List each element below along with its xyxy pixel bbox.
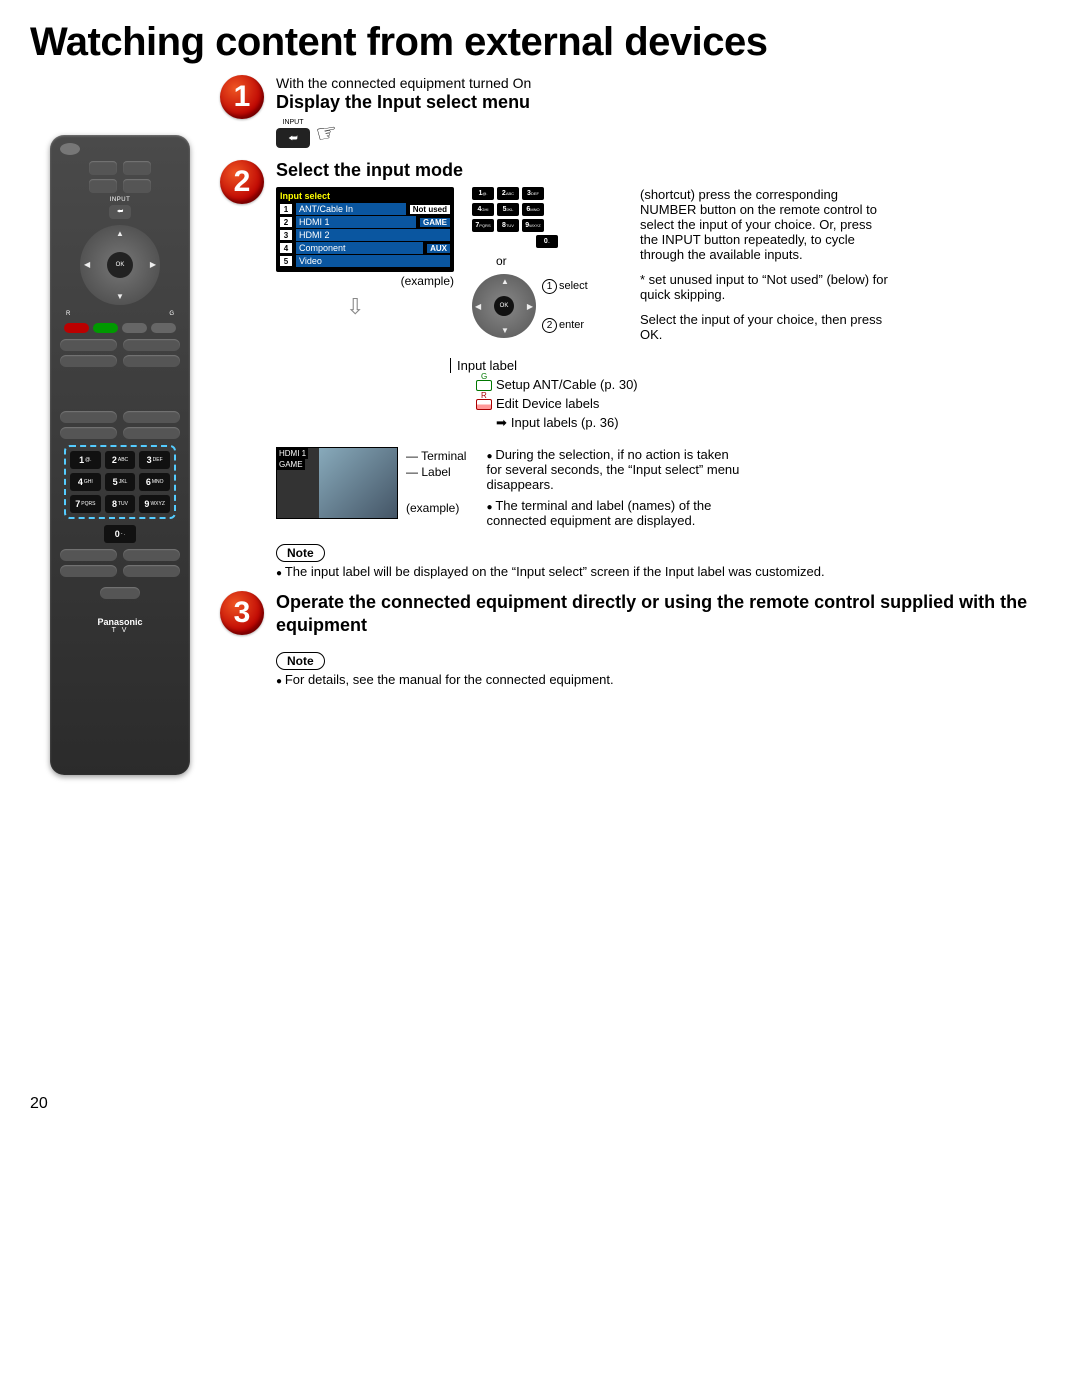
step-2: 2 Select the input mode Input select 1AN… xyxy=(220,160,1050,579)
num-6[interactable]: 6MNO xyxy=(139,473,170,491)
step2-note-text: The input label will be displayed on the… xyxy=(276,564,1050,579)
enter-label: enter xyxy=(559,319,584,331)
color-button[interactable] xyxy=(122,323,147,333)
input-select-osd: Input select 1ANT/Cable InNot used 2HDMI… xyxy=(276,187,454,272)
red-chip-icon xyxy=(476,399,492,410)
input-label-heading: Input label xyxy=(457,358,517,373)
mini-keypad: 1@.2ABC3DEF 4GHI5JKL6MNO 7PQRS8TUV9WXYZ xyxy=(472,187,622,232)
press-hand-icon: ☞ xyxy=(314,117,340,149)
note-pill: Note xyxy=(276,544,325,562)
remote-ok-button[interactable]: OK xyxy=(107,252,133,278)
color-label-r: R xyxy=(66,311,70,317)
step3-title: Operate the connected equipment directly… xyxy=(276,591,1050,636)
remote-dpad[interactable]: ▲▼ ◀▶ OK xyxy=(80,225,160,305)
link-input-labels: Input labels (p. 36) xyxy=(511,415,619,430)
input-button-icon: INPUT ⮨ xyxy=(276,119,310,148)
color-button-red[interactable] xyxy=(64,323,89,333)
tv-preview-thumb: HDMI 1 GAME xyxy=(276,447,398,519)
osd-header: Input select xyxy=(280,191,450,201)
step2-title: Select the input mode xyxy=(276,160,1050,181)
remote-brand: Panasonic xyxy=(60,617,180,627)
example-label: (example) xyxy=(276,274,454,288)
num-7[interactable]: 7PQRS xyxy=(70,495,101,513)
down-arrow-icon: ⇩ xyxy=(346,294,454,320)
page-number: 20 xyxy=(30,1095,1050,1113)
step-number-3: 3 xyxy=(220,591,264,635)
green-chip-icon xyxy=(476,380,492,391)
thumb-label-label: Label xyxy=(421,465,450,479)
step3-note-text: For details, see the manual for the conn… xyxy=(276,672,1050,687)
arrow-right-icon: ➡ xyxy=(496,415,507,431)
page-title: Watching content from external devices xyxy=(30,20,1050,65)
shortcut-text: (shortcut) press the corresponding NUMBE… xyxy=(640,187,890,262)
remote-number-pad[interactable]: 1@. 2ABC 3DEF 4GHI 5JKL 6MNO 7PQRS 8TUV … xyxy=(64,445,176,519)
remote-brand-sub: T V xyxy=(60,627,180,634)
or-label: or xyxy=(496,254,622,268)
star-text: * set unused input to “Not used” (below)… xyxy=(640,272,890,302)
remote-input-button[interactable]: ⮨ xyxy=(109,205,131,219)
dpad-icon: ▲▼ ◀▶ OK xyxy=(472,274,536,338)
color-label-g: G xyxy=(169,311,174,317)
step1-title: Display the Input select menu xyxy=(276,92,1050,113)
num-3[interactable]: 3DEF xyxy=(139,451,170,469)
link-setup: Setup ANT/Cable (p. 30) xyxy=(496,377,638,392)
remote-input-label: INPUT xyxy=(60,197,180,203)
thumb-terminal-label: Terminal xyxy=(421,449,466,463)
color-button[interactable] xyxy=(151,323,176,333)
note-pill-3: Note xyxy=(276,652,325,670)
num-5[interactable]: 5JKL xyxy=(105,473,136,491)
num-4[interactable]: 4GHI xyxy=(70,473,101,491)
num-9[interactable]: 9WXYZ xyxy=(139,495,170,513)
example-label-2: (example) xyxy=(406,501,466,515)
num-1[interactable]: 1@. xyxy=(70,451,101,469)
num-8[interactable]: 8TUV xyxy=(105,495,136,513)
step-number-1: 1 xyxy=(220,75,264,119)
step-number-2: 2 xyxy=(220,160,264,204)
color-button-green[interactable] xyxy=(93,323,118,333)
step-3: 3 Operate the connected equipment direct… xyxy=(220,591,1050,687)
input-label-section: Input label Setup ANT/Cable (p. 30) Edit… xyxy=(456,358,1050,431)
step2-bullets: During the selection, if no action is ta… xyxy=(486,447,746,534)
num-0[interactable]: 0- . xyxy=(104,525,136,543)
select-text: Select the input of your choice, then pr… xyxy=(640,312,890,342)
remote-illustration: INPUT ⮨ ▲▼ ◀▶ OK R G xyxy=(30,75,210,775)
link-edit: Edit Device labels xyxy=(496,396,599,411)
step1-preline: With the connected equipment turned On xyxy=(276,75,1050,91)
select-label: select xyxy=(559,280,588,292)
step-1: 1 With the connected equipment turned On… xyxy=(220,75,1050,148)
num-2[interactable]: 2ABC xyxy=(105,451,136,469)
